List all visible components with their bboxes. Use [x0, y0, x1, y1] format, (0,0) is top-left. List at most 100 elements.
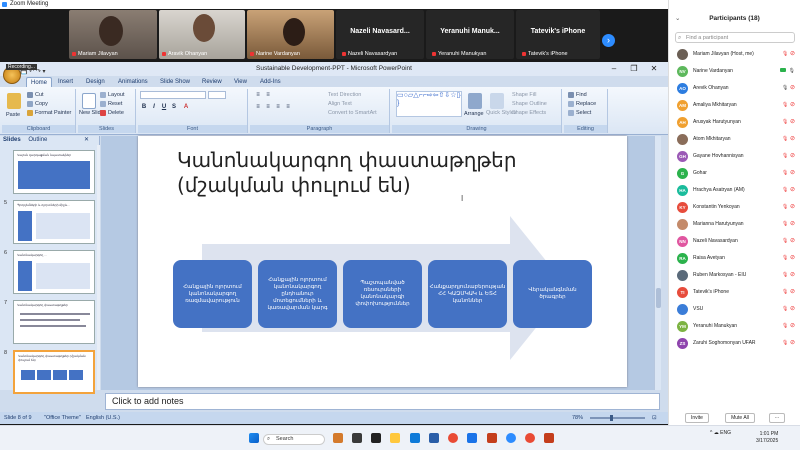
video-tile-nazeli[interactable]: Nazeli Navasard... Nazeli Navasardyan — [336, 10, 424, 59]
video-tile-narine[interactable]: Narine Vardanyan — [247, 10, 334, 59]
slide-thumbnail[interactable]: Կայուն զարգացման նպատակներ — [3, 148, 97, 195]
paste-button[interactable]: Paste — [6, 111, 20, 119]
powerpoint-taskbar-icon[interactable] — [544, 433, 554, 443]
slide-thumbnail[interactable]: 5 Պրոբլեմների և ոլորտների միջև... — [3, 198, 97, 245]
process-step-2[interactable]: Հանքային ոլորտում կանոնակարգող ընդհանուր… — [258, 260, 337, 328]
select-button[interactable]: Select — [568, 109, 591, 117]
restore-button[interactable]: ❐ — [624, 62, 644, 76]
notes-pane[interactable]: Click to add notes — [105, 393, 660, 410]
participant-row[interactable]: G Gohar 🎙 ⊘ — [669, 165, 800, 182]
participant-row[interactable]: HA Hrachya Asatryan (AM) 🎙 ⊘ — [669, 182, 800, 199]
process-step-5[interactable]: Վերականգնման ծրագրեր — [513, 260, 592, 328]
system-tray[interactable]: ^ ☁ ENG — [710, 430, 731, 436]
align-text-button[interactable]: Align Text — [328, 100, 352, 108]
process-step-4[interactable]: Հանքարդյունաբերության ՀՀ ԿԱԶՄԿԱԿ և ԵՏՀ կ… — [428, 260, 507, 328]
text-direction-button[interactable]: Text Direction — [328, 91, 361, 99]
app-icon[interactable] — [371, 433, 381, 443]
zoom-slider[interactable] — [590, 415, 645, 421]
panel-scrollbar[interactable] — [97, 145, 100, 390]
close-panel-icon[interactable]: ✕ — [84, 136, 89, 145]
video-tile-aravik[interactable]: Aravik Ohanyan — [159, 10, 245, 59]
participant-row[interactable]: AO Arevik Ohanyan 🎙 ⊘ — [669, 80, 800, 97]
more-options-button[interactable]: ··· — [769, 413, 785, 423]
reset-button[interactable]: Reset — [100, 100, 122, 108]
slide-thumbnail[interactable]: 7 Կանոնակարգող փաստաթղթեր — [3, 298, 97, 345]
delete-button[interactable]: Delete — [100, 109, 124, 117]
process-step-1[interactable]: Հանքային ոլորտում կանոնակարգող ռազմավարո… — [173, 260, 252, 328]
strikethrough-button[interactable]: S — [170, 103, 178, 111]
align-left-icon[interactable]: ≡ — [254, 103, 262, 111]
participant-row[interactable]: Marianna Harutyunyan 🎙 ⊘ — [669, 216, 800, 233]
tab-view[interactable]: View — [230, 77, 251, 87]
zoom-taskbar-icon[interactable] — [506, 433, 516, 443]
italic-button[interactable]: I — [150, 103, 158, 111]
invite-button[interactable]: Invite — [685, 413, 709, 423]
fit-slide-icon[interactable]: ⊡ — [652, 412, 657, 424]
participant-row[interactable]: Ruben Markosyan - EIU 🎙 ⊘ — [669, 267, 800, 284]
font-name-combo[interactable] — [140, 91, 206, 99]
file-explorer-icon[interactable] — [390, 433, 400, 443]
underline-button[interactable]: U — [160, 103, 168, 111]
participant-row[interactable]: AH Arusyak Harutyunyan 🎙 ⊘ — [669, 114, 800, 131]
shape-outline-button[interactable]: Shape Outline — [512, 100, 547, 108]
app-icon[interactable] — [467, 433, 477, 443]
scrollbar-thumb[interactable] — [656, 288, 661, 308]
font-size-combo[interactable] — [208, 91, 226, 99]
video-tile-yeranuhi[interactable]: Yeranuhi Manuk... Yeranuhi Manukyan — [426, 10, 514, 59]
participant-row[interactable]: ZS Zaruhi Soghomonyan UFAR 🎙 ⊘ — [669, 335, 800, 352]
zoom-level[interactable]: 78% — [572, 412, 583, 424]
tab-review[interactable]: Review — [198, 77, 226, 87]
participant-row[interactable]: NN Nazeli Navasardyan 🎙 ⊘ — [669, 233, 800, 250]
convert-smartart-button[interactable]: Convert to SmartArt — [328, 109, 377, 117]
tab-insert[interactable]: Insert — [54, 77, 77, 87]
participant-row[interactable]: YM Yeranuhi Manukyan 🎙 ⊘ — [669, 318, 800, 335]
system-clock[interactable]: 1:01 PM 3/17/2025 — [756, 431, 778, 445]
participant-row[interactable]: RA Raisa Avetyan 🎙 ⊘ — [669, 250, 800, 267]
align-center-icon[interactable]: ≡ — [264, 103, 272, 111]
tab-design[interactable]: Design — [82, 77, 109, 87]
copy-button[interactable]: Copy — [27, 100, 48, 108]
layout-button[interactable]: Layout — [100, 91, 125, 99]
bold-button[interactable]: B — [140, 103, 148, 111]
participant-row[interactable]: Atom Mkhitaryan 🎙 ⊘ — [669, 131, 800, 148]
chrome-icon[interactable] — [448, 433, 458, 443]
participant-row[interactable]: VSU 🎙 ⊘ — [669, 301, 800, 318]
app-icon[interactable] — [429, 433, 439, 443]
chrome-icon[interactable] — [525, 433, 535, 443]
bullets-icon[interactable]: ≡ — [254, 91, 262, 99]
next-page-arrow-icon[interactable]: › — [602, 34, 615, 47]
tab-animations[interactable]: Animations — [114, 77, 152, 87]
participant-row[interactable]: AM Amaliya Mkhitaryan 🎙 ⊘ — [669, 97, 800, 114]
task-view-icon[interactable] — [352, 433, 362, 443]
process-step-3[interactable]: Պաշտպանված ռեսուրսների կանոնակարգի փոփոխ… — [343, 260, 422, 328]
participant-row[interactable]: Mariam Jilavyan (Host, me) 🎙 ⊘ — [669, 46, 800, 63]
slide-thumbnail-selected[interactable]: 8 Կանոնակարգող փաստաթղթեր (մշակման փուլո… — [3, 348, 97, 395]
slide[interactable]: Կանոնակարգող փաստաթղթեր (մշակման փուլում… — [138, 136, 627, 387]
tab-slide-show[interactable]: Slide Show — [156, 77, 194, 87]
shape-fill-button[interactable]: Shape Fill — [512, 91, 536, 99]
arrange-button[interactable]: Arrange — [464, 110, 484, 118]
tab-slides[interactable]: Slides — [3, 137, 21, 143]
vertical-scrollbar[interactable] — [654, 136, 661, 390]
format-painter-button[interactable]: Format Painter — [27, 109, 71, 117]
tab-add-ins[interactable]: Add-Ins — [256, 77, 285, 87]
slide-thumbnail[interactable]: 6 Կանոնակարգող ... — [3, 248, 97, 295]
shape-effects-button[interactable]: Shape Effects — [512, 109, 546, 117]
participant-row[interactable]: NV Narine Vardanyan 🎙 — [669, 63, 800, 80]
participant-row[interactable]: KY Konstantin Yenkoyan 🎙 ⊘ — [669, 199, 800, 216]
minimize-button[interactable]: – — [604, 62, 624, 76]
cut-button[interactable]: Cut — [27, 91, 44, 99]
numbering-icon[interactable]: ≡ — [264, 91, 272, 99]
video-tile-tatevik[interactable]: Tatevik's iPhone Tatevik's iPhone — [516, 10, 600, 59]
tab-outline[interactable]: Outline — [28, 137, 47, 143]
tab-home[interactable]: Home — [26, 77, 53, 87]
font-color-button[interactable]: A — [182, 103, 190, 111]
participant-search-input[interactable]: ⌕ Find a participant — [675, 32, 795, 43]
participant-row[interactable]: GH Gayane Hovhannisyan 🎙 ⊘ — [669, 148, 800, 165]
replace-button[interactable]: Replace — [568, 100, 596, 108]
align-right-icon[interactable]: ≡ — [274, 103, 282, 111]
taskbar-search[interactable]: ⌕ Search — [263, 434, 325, 445]
powerpoint-taskbar-icon[interactable] — [487, 433, 497, 443]
mute-all-button[interactable]: Mute All — [725, 413, 755, 423]
justify-icon[interactable]: ≡ — [284, 103, 292, 111]
